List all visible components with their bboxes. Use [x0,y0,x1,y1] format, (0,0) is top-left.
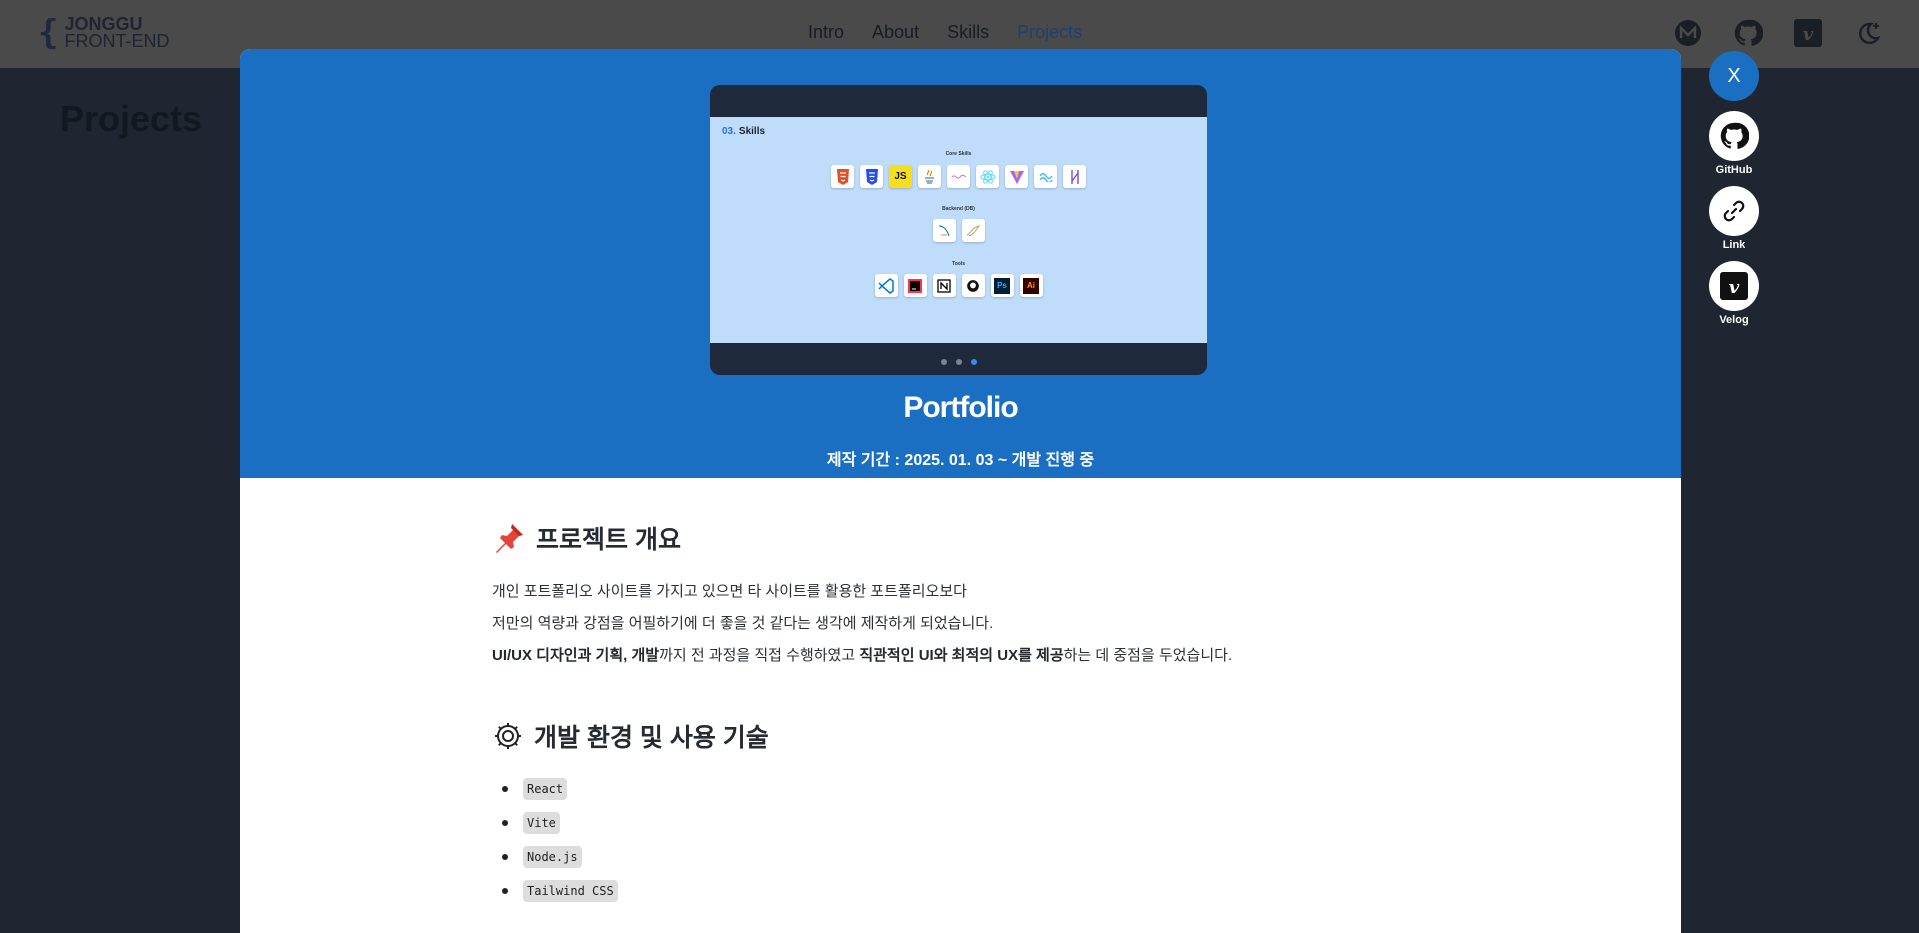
styled-components-icon [947,165,970,188]
tailwind-icon [1034,165,1057,188]
project-period: 제작 기간 : 2025. 01. 03 ~ 개발 진행 중 [826,452,1095,469]
github-label: GitHub [1715,164,1753,176]
velog-link[interactable]: v Velog [1709,261,1759,326]
logo-brace-icon: { [38,13,59,53]
overview-text: 개인 포트폴리오 사이트를 가지고 있으면 타 사이트를 활용한 포트폴리오보다… [492,583,1233,664]
project-title: Portfolio [903,391,1018,424]
velog-label: Velog [1719,314,1749,326]
nav-projects[interactable]: Projects [1017,22,1082,43]
site-logo[interactable]: { JONGGU FRONT-END [38,14,169,52]
javascript-icon: JS [889,165,912,188]
list-item: React [492,772,1681,806]
carousel-dot[interactable] [955,359,962,365]
carousel-dot[interactable] [940,359,947,365]
mariadb-icon [961,219,985,242]
close-button[interactable]: X [1709,51,1759,101]
mysql-icon [932,219,956,242]
github-icon [1720,122,1749,149]
velog-icon[interactable]: v [1793,18,1823,48]
modal-hero: 03. Skills Core Skills JS Backend (DB) T… [240,49,1681,478]
carousel-dots [710,359,1207,365]
slide-section-label: Core Skills [945,151,972,157]
logo-subtitle: FRONT-END [64,31,170,51]
link-label: Link [1722,239,1746,251]
carousel-slide: 03. Skills Core Skills JS Backend (DB) T… [710,117,1207,343]
header-icons: v [1673,18,1883,48]
slide-heading: 03. Skills [722,126,766,137]
dark-mode-icon[interactable] [1853,18,1883,48]
illustrator-icon: Ai [1019,274,1043,297]
modal-content: 프로젝트 개요 개인 포트폴리오 사이트를 가지고 있으면 타 사이트를 활용한… [240,478,1681,908]
notion-icon [932,274,956,297]
medium-icon[interactable] [1673,18,1703,48]
core-skills-row: JS [710,165,1207,188]
link-icon [1723,200,1745,222]
pushpin-icon [496,524,523,553]
list-item: Vite [492,806,1681,840]
github-icon[interactable] [1733,18,1763,48]
slide-section-label: Backend (DB) [942,206,975,212]
photoshop-icon: Ps [990,274,1014,297]
nav-about[interactable]: About [872,22,919,43]
overview-heading: 프로젝트 개요 [492,520,1681,556]
velog-icon: v [1720,272,1748,300]
java-icon [918,165,941,188]
nav-intro[interactable]: Intro [808,22,844,43]
svg-text:v: v [1729,277,1740,298]
site-link[interactable]: Link [1709,186,1759,251]
screenshot-carousel[interactable]: 03. Skills Core Skills JS Backend (DB) T… [710,85,1207,375]
project-modal: 03. Skills Core Skills JS Backend (DB) T… [240,49,1681,933]
nav-skills[interactable]: Skills [947,22,989,43]
vscode-icon [874,274,898,297]
backend-row [710,219,1207,242]
github-icon [961,274,985,297]
slide-section-label: Tools [952,261,965,267]
tech-heading: 개발 환경 및 사용 기술 [492,718,1681,754]
gear-icon [495,723,521,749]
modal-side-actions: X GitHub Link v Velog [1709,51,1759,326]
list-item: Tailwind CSS [492,874,1681,908]
tech-list: React Vite Node.js Tailwind CSS [492,772,1681,908]
zustand-icon [1063,165,1086,188]
svg-text:v: v [1803,24,1814,45]
html5-icon [831,165,854,188]
vite-icon [1005,165,1028,188]
react-icon [976,165,999,188]
css3-icon [860,165,883,188]
github-link[interactable]: GitHub [1709,111,1759,176]
page-title: Projects [60,98,203,139]
tools-row: Ps Ai [710,274,1207,297]
list-item: Node.js [492,840,1681,874]
main-nav: Intro About Skills Projects [808,22,1082,43]
carousel-dot-active[interactable] [970,359,977,365]
intellij-icon [903,274,927,297]
